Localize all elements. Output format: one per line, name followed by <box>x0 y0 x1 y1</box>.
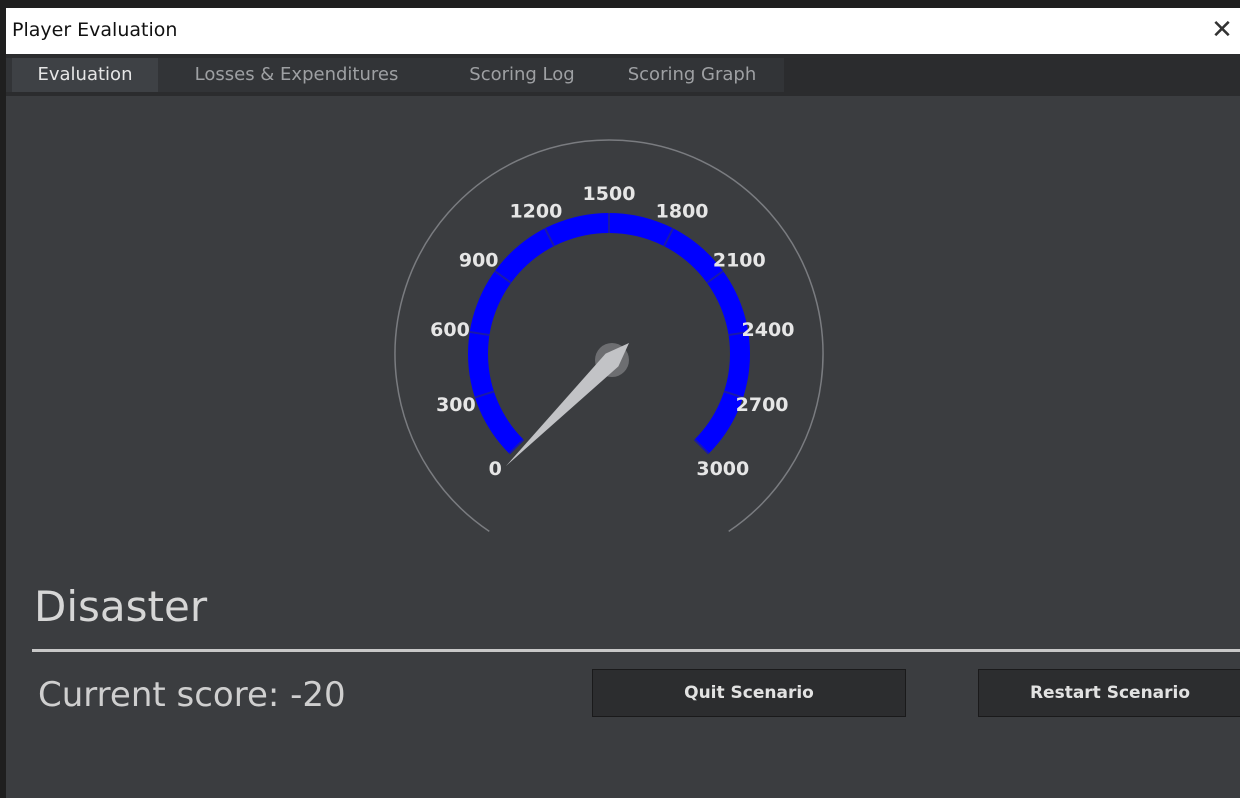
gauge-tick-label: 2100 <box>713 249 766 271</box>
gauge-tick-label: 2700 <box>736 394 789 416</box>
gauge-tick-label: 600 <box>430 319 470 341</box>
current-score: Current score: -20 <box>38 675 346 715</box>
gauge-tick-label: 900 <box>459 249 499 271</box>
gauge-tick-label: 2400 <box>742 319 795 341</box>
gauge-tick-label: 1800 <box>656 201 709 223</box>
divider <box>32 649 1240 652</box>
player-evaluation-window: Player Evaluation ✕ Evaluation Losses & … <box>6 8 1240 798</box>
gauge-needle <box>505 343 629 467</box>
quit-scenario-button[interactable]: Quit Scenario <box>592 669 906 717</box>
restart-scenario-button[interactable]: Restart Scenario <box>978 669 1240 717</box>
gauge-tick-label: 1200 <box>509 201 562 223</box>
gauge-tick-label: 3000 <box>696 458 749 480</box>
gauge-needle-pointer <box>505 343 629 467</box>
gauge-tick-label: 1500 <box>583 183 636 205</box>
evaluation-rating: Disaster <box>34 582 208 631</box>
gauge-score-arc <box>468 213 750 454</box>
gauge-tick-label: 0 <box>489 458 502 480</box>
gauge-tick-marks <box>469 213 749 455</box>
gauge-tick-label: 300 <box>436 394 476 416</box>
